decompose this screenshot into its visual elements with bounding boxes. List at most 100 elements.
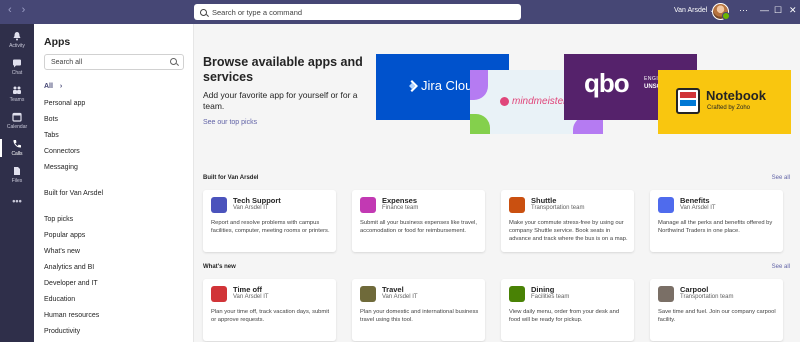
app-description: Plan your domestic and international bus… [360,309,479,323]
sidebar-item-bots[interactable]: Bots [44,116,58,123]
app-publisher: Van Arsdel IT [233,205,269,211]
sidebar-item-connectors[interactable]: Connectors [44,148,80,155]
benefits-icon [658,197,674,213]
section-title-built-for: Built for Van Arsdel [203,175,259,181]
rail-label: Teams [9,97,25,103]
app-card-expenses[interactable]: Expenses Finance team Submit all your bu… [352,190,485,252]
sidebar-item-all[interactable]: All › [44,83,62,90]
command-search-placeholder: Search or type a command [212,7,303,17]
more-icon: ••• [12,196,22,206]
minimize-icon[interactable]: — [760,5,769,15]
rail-item-chat[interactable]: Chat [0,58,34,76]
qbo-logo: qbo [584,68,630,98]
rail-item-calendar[interactable]: Calendar [0,112,34,130]
sidebar-item-human-resources[interactable]: Human resources [44,312,99,319]
notebook-title: Notebook [706,88,766,103]
app-card-dining[interactable]: Dining Facilities team View daily menu, … [501,279,634,341]
app-description: View daily menu, order from your desk an… [509,309,620,323]
notebook-subtitle: Crafted by Zoho [707,105,751,111]
app-card-tech-support[interactable]: Tech Support Van Arsdel IT Report and re… [203,190,336,252]
app-description: Manage all the perks and benefits offere… [658,220,773,234]
app-description: Plan your time off, track vacation days,… [211,309,330,323]
rail-item-more[interactable]: ••• [0,196,34,206]
back-arrow-icon[interactable]: ‹ [8,4,12,16]
tech-support-icon [211,197,227,213]
phone-icon [13,140,21,148]
mindmeister-logo-icon [500,97,509,106]
app-publisher: Transportation team [531,205,585,211]
app-publisher: Van Arsdel IT [680,205,716,211]
search-all-input[interactable]: Search all [44,54,184,70]
time-off-icon [211,286,227,302]
see-all-link[interactable]: See all [772,175,790,181]
sidebar-item-developer-it[interactable]: Developer and IT [44,280,98,287]
sidebar-item-productivity[interactable]: Productivity [44,328,80,335]
search-icon [170,58,177,65]
sidebar-item-label: All [44,83,53,90]
command-search-input[interactable]: Search or type a command [194,4,521,20]
app-card-benefits[interactable]: Benefits Van Arsdel IT Manage all the pe… [650,190,783,252]
jira-logo-icon [409,80,418,92]
expenses-icon [360,197,376,213]
search-icon [200,8,207,16]
sidebar-item-top-picks[interactable]: Top picks [44,216,73,223]
app-name: Shuttle [531,196,557,205]
maximize-icon[interactable]: ☐ [774,5,782,16]
sidebar-item-messaging[interactable]: Messaging [44,164,78,171]
app-publisher: Facilities team [531,294,570,300]
app-publisher: Transportation team [680,294,734,300]
rail-item-activity[interactable]: Activity [0,31,34,49]
rail-label: Activity [9,43,25,49]
title-bar: ‹ › Search or type a command Van Arsdel⌄… [0,0,800,24]
see-all-link[interactable]: See all [772,264,790,270]
sidebar-item-popular-apps[interactable]: Popular apps [44,232,85,239]
org-switcher[interactable]: Van Arsdel⌄ [674,7,714,14]
sidebar-item-tabs[interactable]: Tabs [44,132,59,139]
sidebar-item-personal-app[interactable]: Personal app [44,100,85,107]
rail-label: Calendar [6,124,28,130]
chevron-right-icon: › [59,83,63,90]
section-title-whats-new: What's new [203,264,236,270]
app-name: Expenses [382,196,418,205]
main-content: Browse available apps and services Add y… [194,24,800,342]
app-name: Time off [233,285,263,294]
app-description: Make your commute stress-free by using o… [509,220,628,242]
app-publisher: Van Arsdel IT [233,294,269,300]
dining-icon [509,286,525,302]
sidebar-item-built-for-van-arsdel[interactable]: Built for Van Arsdel [44,190,103,197]
calendar-icon [12,112,22,122]
sidebar-title: Apps [44,36,71,48]
app-description: Submit all your business expenses like t… [360,220,477,234]
decorative-shape [470,70,488,100]
close-icon[interactable]: ✕ [789,5,797,16]
app-rail: Activity Chat Teams Calendar Calls Files… [0,24,34,342]
rail-item-calls[interactable]: Calls [0,139,34,157]
rail-label: Calls [11,151,23,157]
forward-arrow-icon[interactable]: › [22,4,26,16]
top-picks-link[interactable]: See our top picks [203,119,257,126]
app-card-shuttle[interactable]: Shuttle Transportation team Make your co… [501,190,634,252]
app-card-travel[interactable]: Travel Van Arsdel IT Plan your domestic … [352,279,485,341]
history-nav: ‹ › [8,4,25,16]
app-publisher: Finance team [382,205,419,211]
decorative-shape [470,114,490,134]
avatar[interactable] [712,3,730,20]
search-all-placeholder: Search all [51,58,83,66]
chat-icon [13,59,21,68]
rail-item-teams[interactable]: Teams [0,85,34,103]
app-card-time-off[interactable]: Time off Van Arsdel IT Plan your time of… [203,279,336,341]
rail-item-files[interactable]: Files [0,166,34,184]
app-publisher: Van Arsdel IT [382,294,418,300]
apps-sidebar: Apps Search all All › Personal app Bots … [34,24,194,342]
notebook-tile[interactable]: Notebook Crafted by Zoho [658,70,791,134]
app-name: Tech Support [233,196,281,205]
app-card-carpool[interactable]: Carpool Transportation team Save time an… [650,279,783,341]
bell-icon [13,32,21,41]
org-name: Van Arsdel [674,7,708,14]
more-options-icon[interactable]: ··· [739,5,748,15]
sidebar-item-analytics-bi[interactable]: Analytics and BI [44,264,94,271]
sidebar-item-education[interactable]: Education [44,296,75,303]
hero-subtitle: Add your favorite app for yourself or fo… [203,90,358,111]
sidebar-item-whats-new[interactable]: What's new [44,248,80,255]
carpool-icon [658,286,674,302]
